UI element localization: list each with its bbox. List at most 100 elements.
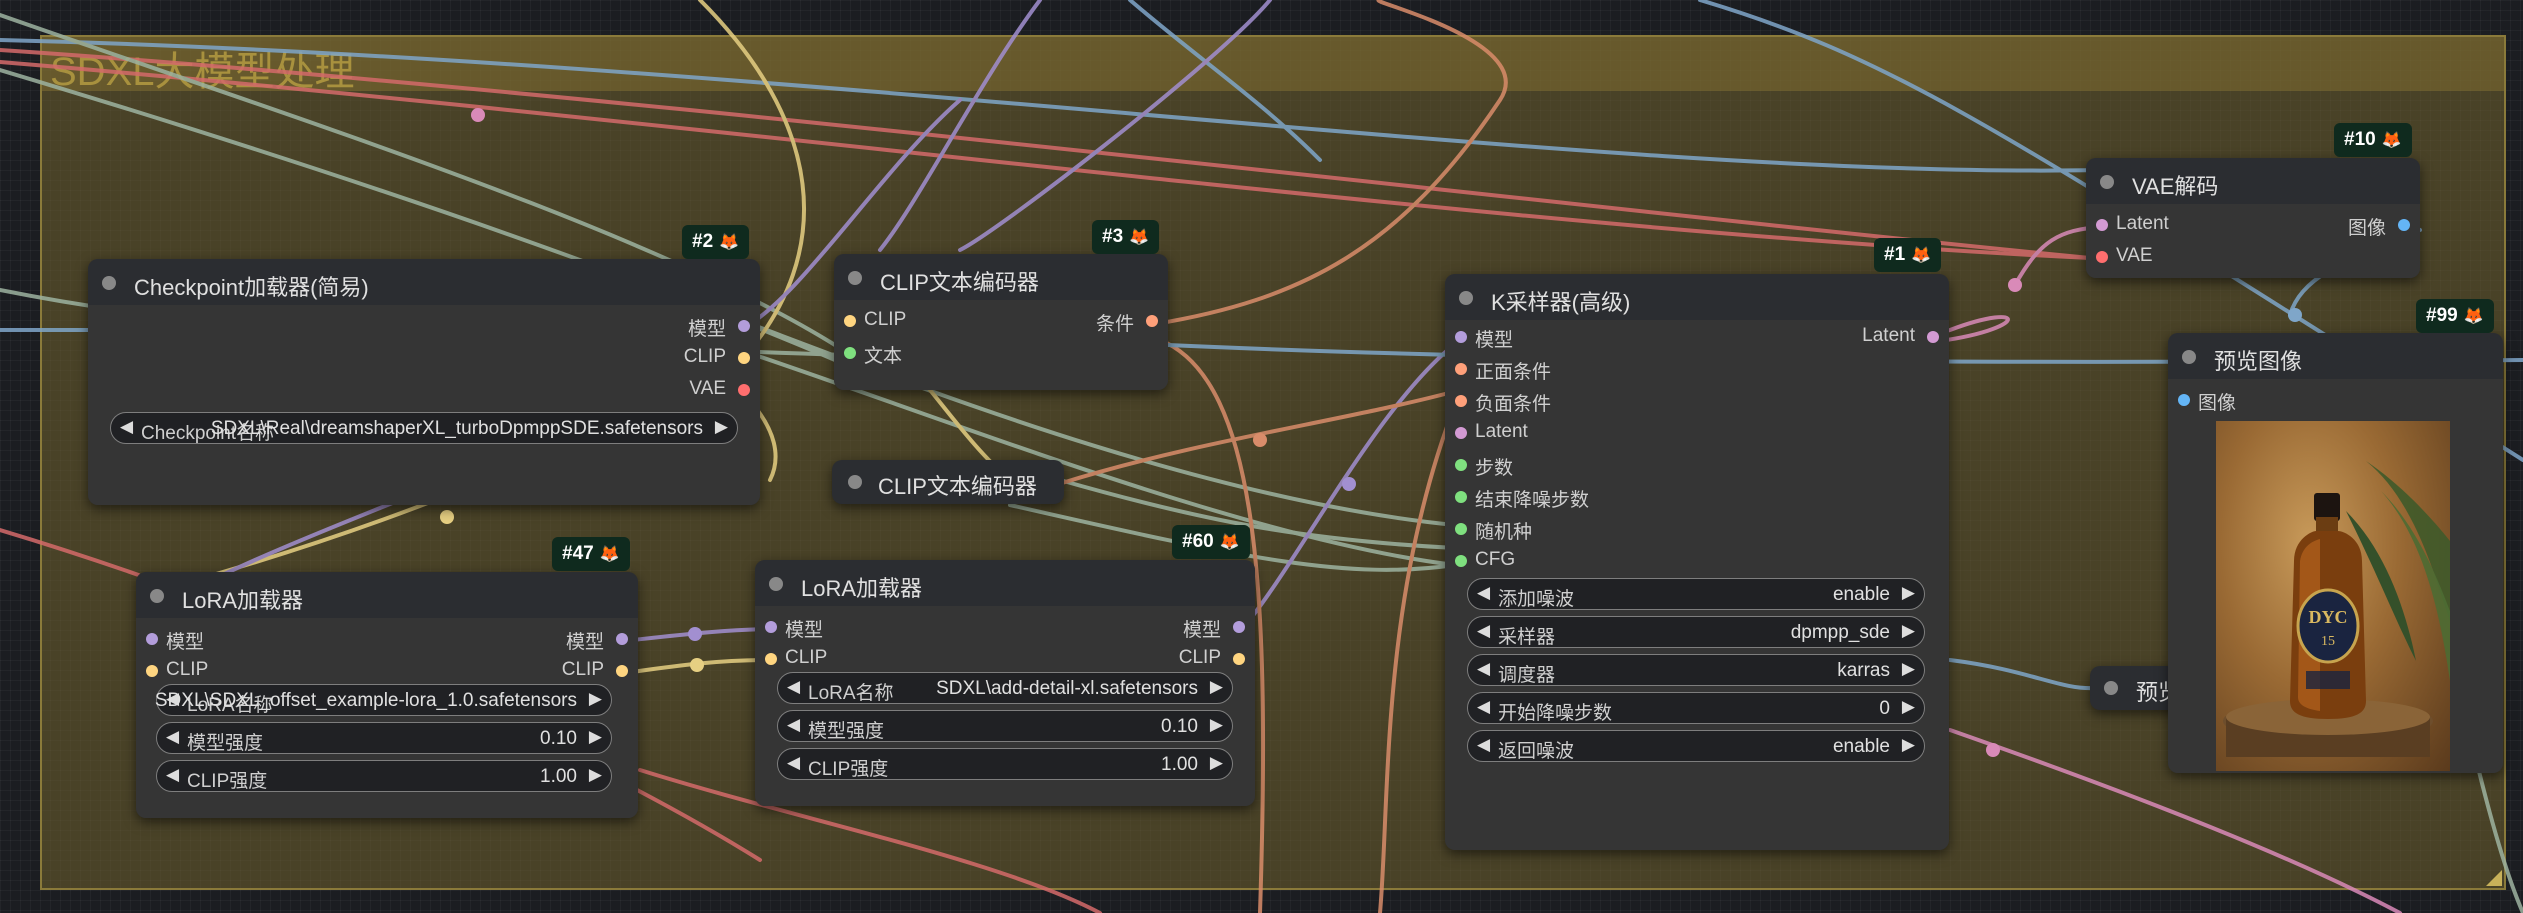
node-title-bar[interactable]: K采样器(高级): [1445, 274, 1949, 320]
sampler-combo[interactable]: ◀ 采样器 dpmpp_sde ▶: [1467, 616, 1925, 648]
start-step-number[interactable]: ◀ 开始降噪步数 0 ▶: [1467, 692, 1925, 724]
input-slot-text[interactable]: [844, 347, 856, 359]
output-slot-conditioning[interactable]: [1146, 315, 1158, 327]
output-slot-clip[interactable]: [738, 352, 750, 364]
node-checkpoint-loader[interactable]: Checkpoint加载器(简易) 模型 CLIP VAE ◀ Checkpoi…: [88, 259, 760, 505]
arrow-right-icon[interactable]: ▶: [1210, 677, 1223, 697]
arrow-left-icon[interactable]: ◀: [1477, 659, 1490, 679]
node-vae-decode[interactable]: VAE解码 Latent VAE 图像: [2086, 158, 2420, 278]
arrow-right-icon[interactable]: ▶: [1902, 659, 1915, 679]
arrow-left-icon[interactable]: ◀: [787, 677, 800, 697]
node-title-bar[interactable]: LoRA加载器: [136, 572, 638, 618]
node-title-bar[interactable]: Checkpoint加载器(简易): [88, 259, 760, 305]
node-lora-loader-47[interactable]: LoRA加载器 模型 CLIP 模型 CLIP ◀ LoRA名称 SDXL\SD…: [136, 572, 638, 818]
output-slot-model[interactable]: [1233, 621, 1245, 633]
input-slot-latent[interactable]: [2096, 219, 2108, 231]
output-label-conditioning: 条件: [1095, 314, 1134, 335]
widget-value: 1.00: [1161, 754, 1198, 775]
arrow-right-icon[interactable]: ▶: [589, 727, 602, 747]
output-slot-vae[interactable]: [738, 384, 750, 396]
input-slot-vae[interactable]: [2096, 251, 2108, 263]
widget-value: SDXL\Real\dreamshaperXL_turboDpmppSDE.sa…: [210, 418, 703, 439]
input-slot-clip[interactable]: [765, 653, 777, 665]
node-ksampler-advanced[interactable]: K采样器(高级) 模型 正面条件 负面条件 Latent 步数 结束降噪步数 随…: [1445, 274, 1949, 850]
input-slot-cfg[interactable]: [1455, 555, 1467, 567]
output-slot-clip[interactable]: [616, 665, 628, 677]
node-lora-loader-60[interactable]: LoRA加载器 模型 CLIP 模型 CLIP ◀ LoRA名称 SDXL\ad…: [755, 560, 1255, 806]
input-label-negative: 负面条件: [1475, 394, 1552, 415]
collapse-dot-icon[interactable]: [2104, 681, 2118, 695]
arrow-right-icon[interactable]: ▶: [1902, 583, 1915, 603]
add-noise-combo[interactable]: ◀ 添加噪波 enable ▶: [1467, 578, 1925, 610]
input-slot-clip[interactable]: [844, 315, 856, 327]
output-slot-image[interactable]: [2398, 219, 2410, 231]
node-clip-text-encoder[interactable]: CLIP文本编码器 CLIP 文本 条件: [834, 254, 1168, 390]
collapse-dot-icon[interactable]: [2182, 350, 2196, 364]
input-slot-model[interactable]: [146, 633, 158, 645]
arrow-right-icon[interactable]: ▶: [1210, 753, 1223, 773]
input-slot-positive[interactable]: [1455, 363, 1467, 375]
input-slot-model[interactable]: [765, 621, 777, 633]
node-title-bar[interactable]: CLIP文本编码器: [834, 254, 1168, 300]
wire-junction: [440, 510, 454, 524]
arrow-left-icon[interactable]: ◀: [166, 765, 179, 785]
arrow-left-icon[interactable]: ◀: [1477, 735, 1490, 755]
arrow-left-icon[interactable]: ◀: [1477, 621, 1490, 641]
arrow-right-icon[interactable]: ▶: [1902, 697, 1915, 717]
input-slot-steps[interactable]: [1455, 459, 1467, 471]
fox-icon: 🦊: [2463, 308, 2484, 325]
checkpoint-name-combo[interactable]: ◀ Checkpoint名称 SDXL\Real\dreamshaperXL_t…: [110, 412, 738, 444]
input-slot-seed[interactable]: [1455, 523, 1467, 535]
input-slot-end-step[interactable]: [1455, 491, 1467, 503]
output-slot-clip[interactable]: [1233, 653, 1245, 665]
fox-icon: 🦊: [1219, 534, 1240, 551]
node-title-bar[interactable]: LoRA加载器: [755, 560, 1255, 606]
arrow-left-icon[interactable]: ◀: [787, 715, 800, 735]
collapse-dot-icon[interactable]: [150, 589, 164, 603]
arrow-left-icon[interactable]: ◀: [787, 753, 800, 773]
collapse-dot-icon[interactable]: [2100, 175, 2114, 189]
collapse-dot-icon[interactable]: [102, 276, 116, 290]
arrow-right-icon[interactable]: ▶: [589, 689, 602, 709]
arrow-right-icon[interactable]: ▶: [1902, 621, 1915, 641]
bottle-illustration: DYC 15: [2223, 461, 2450, 757]
input-slot-model[interactable]: [1455, 331, 1467, 343]
output-slot-latent[interactable]: [1927, 331, 1939, 343]
return-noise-combo[interactable]: ◀ 返回噪波 enable ▶: [1467, 730, 1925, 762]
clip-strength-number[interactable]: ◀ CLIP强度 1.00 ▶: [156, 760, 612, 792]
output-slot-model[interactable]: [738, 320, 750, 332]
input-label-image: 图像: [2198, 393, 2237, 414]
arrow-right-icon[interactable]: ▶: [1210, 715, 1223, 735]
arrow-left-icon[interactable]: ◀: [1477, 697, 1490, 717]
model-strength-number[interactable]: ◀ 模型强度 0.10 ▶: [777, 710, 1233, 742]
output-label-vae: VAE: [689, 378, 726, 399]
node-canvas[interactable]: SDXL大模型处理 Checkpoint加载器(简易) 模型 CLIP VAE …: [0, 0, 2523, 913]
arrow-left-icon[interactable]: ◀: [166, 727, 179, 747]
wire-blue-top: [0, 38, 2102, 173]
node-preview-image[interactable]: 预览图像 图像 DYC 15: [2168, 333, 2503, 773]
lora-name-combo[interactable]: ◀ LoRA名称 SDXL\SDXL_offset_example-lora_1…: [155, 684, 612, 716]
preview-image: DYC 15: [2216, 421, 2450, 771]
input-slot-image[interactable]: [2178, 394, 2190, 406]
clip-strength-number[interactable]: ◀ CLIP强度 1.00 ▶: [777, 748, 1233, 780]
node-title-bar[interactable]: VAE解码: [2086, 158, 2420, 204]
output-slot-model[interactable]: [616, 633, 628, 645]
input-slot-negative[interactable]: [1455, 395, 1467, 407]
node-clip-text-encoder-collapsed[interactable]: CLIP文本编码器: [832, 460, 1064, 504]
arrow-right-icon[interactable]: ▶: [589, 765, 602, 785]
widget-value: SDXL\add-detail-xl.safetensors: [936, 678, 1198, 699]
collapse-dot-icon[interactable]: [848, 271, 862, 285]
arrow-left-icon[interactable]: ◀: [1477, 583, 1490, 603]
model-strength-number[interactable]: ◀ 模型强度 0.10 ▶: [156, 722, 612, 754]
input-slot-clip[interactable]: [146, 665, 158, 677]
arrow-right-icon[interactable]: ▶: [1902, 735, 1915, 755]
arrow-right-icon[interactable]: ▶: [715, 417, 728, 437]
lora-name-combo[interactable]: ◀ LoRA名称 SDXL\add-detail-xl.safetensors …: [777, 672, 1233, 704]
collapse-dot-icon[interactable]: [848, 475, 862, 489]
input-slot-latent[interactable]: [1455, 427, 1467, 439]
scheduler-combo[interactable]: ◀ 调度器 karras ▶: [1467, 654, 1925, 686]
collapse-dot-icon[interactable]: [1459, 291, 1473, 305]
collapse-dot-icon[interactable]: [769, 577, 783, 591]
arrow-left-icon[interactable]: ◀: [120, 417, 133, 437]
node-title-bar[interactable]: 预览图像: [2168, 333, 2503, 379]
